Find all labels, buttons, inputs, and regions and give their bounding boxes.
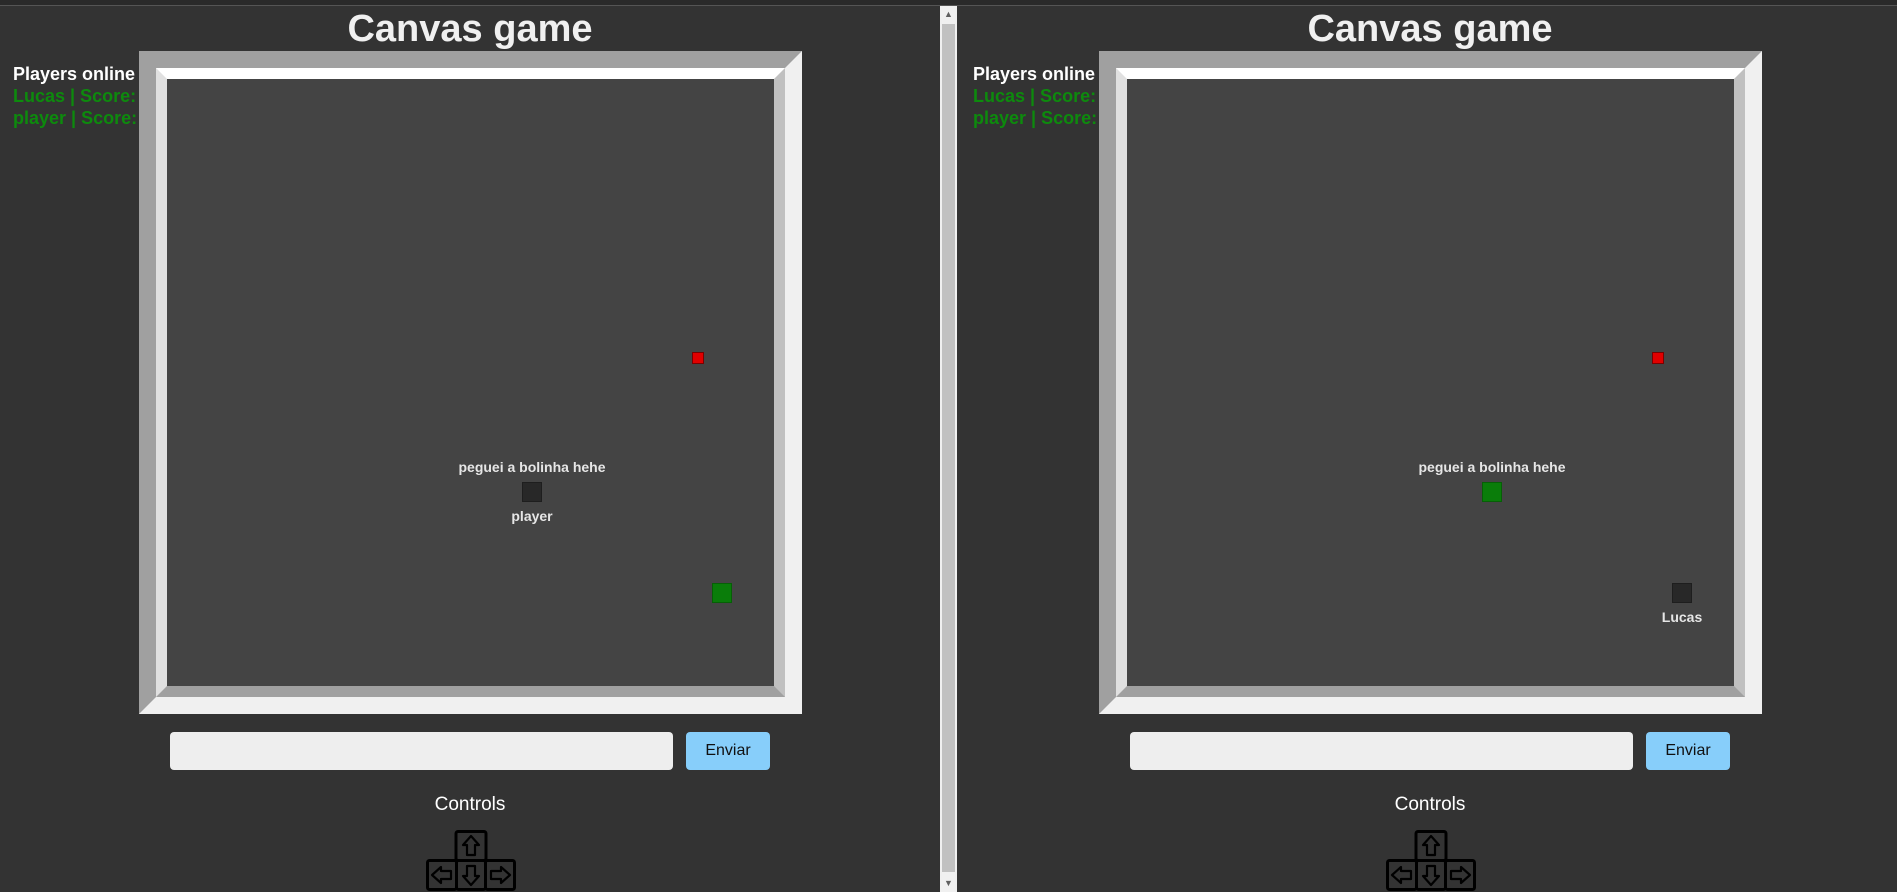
self-player-square <box>522 482 542 502</box>
player-score-row: Lucas | Score: 0 <box>13 86 152 106</box>
chat-bubble: peguei a bolinha hehe <box>1418 459 1566 475</box>
players-online-title: Players online <box>13 64 136 84</box>
fruit <box>1652 352 1664 364</box>
send-button[interactable]: Enviar <box>686 732 770 770</box>
chat-input[interactable] <box>1130 732 1633 770</box>
player-score-row: Lucas | Score: 0 <box>973 86 1112 106</box>
chat-input[interactable] <box>170 732 673 770</box>
page-title: Canvas game <box>347 8 593 50</box>
game-canvas[interactable]: peguei a bolinha hehe player <box>156 68 785 697</box>
game-frame: peguei a bolinha hehe player <box>139 51 802 714</box>
other-player-square <box>712 583 732 603</box>
self-player-square <box>1672 583 1692 603</box>
player-score-row: player | Score: 2 <box>973 108 1113 128</box>
left-game-pane: Canvas game Players online Lucas | Score… <box>0 6 940 892</box>
arrow-keys-icon <box>1386 830 1476 891</box>
game-frame: peguei a bolinha hehe Lucas <box>1099 51 1762 714</box>
other-player-square <box>1482 482 1502 502</box>
game-canvas[interactable]: peguei a bolinha hehe Lucas <box>1116 68 1745 697</box>
players-online-title: Players online <box>973 64 1096 84</box>
right-game-pane: Canvas game Players online Lucas | Score… <box>960 6 1897 892</box>
send-button[interactable]: Enviar <box>1646 732 1730 770</box>
controls-label: Controls <box>1394 794 1466 815</box>
scrollbar-thumb[interactable] <box>942 24 955 872</box>
page-title: Canvas game <box>1307 8 1553 50</box>
players-online-list: Players online Lucas | Score: 0 player |… <box>973 63 1112 129</box>
controls-label: Controls <box>434 794 506 815</box>
scroll-up-arrow-icon[interactable]: ▲ <box>940 6 957 23</box>
arrow-keys-icon <box>426 830 516 891</box>
vertical-scrollbar[interactable]: ▲ ▼ <box>940 6 957 892</box>
chat-bubble: peguei a bolinha hehe <box>458 459 606 475</box>
scroll-down-arrow-icon[interactable]: ▼ <box>940 875 957 892</box>
game-board: peguei a bolinha hehe Lucas <box>1127 79 1734 686</box>
game-board: peguei a bolinha hehe player <box>167 79 774 686</box>
player-score-row: player | Score: 2 <box>13 108 153 128</box>
player-nickname: player <box>511 508 553 524</box>
player-nickname: Lucas <box>1661 609 1703 625</box>
players-online-list: Players online Lucas | Score: 0 player |… <box>13 63 152 129</box>
fruit <box>692 352 704 364</box>
